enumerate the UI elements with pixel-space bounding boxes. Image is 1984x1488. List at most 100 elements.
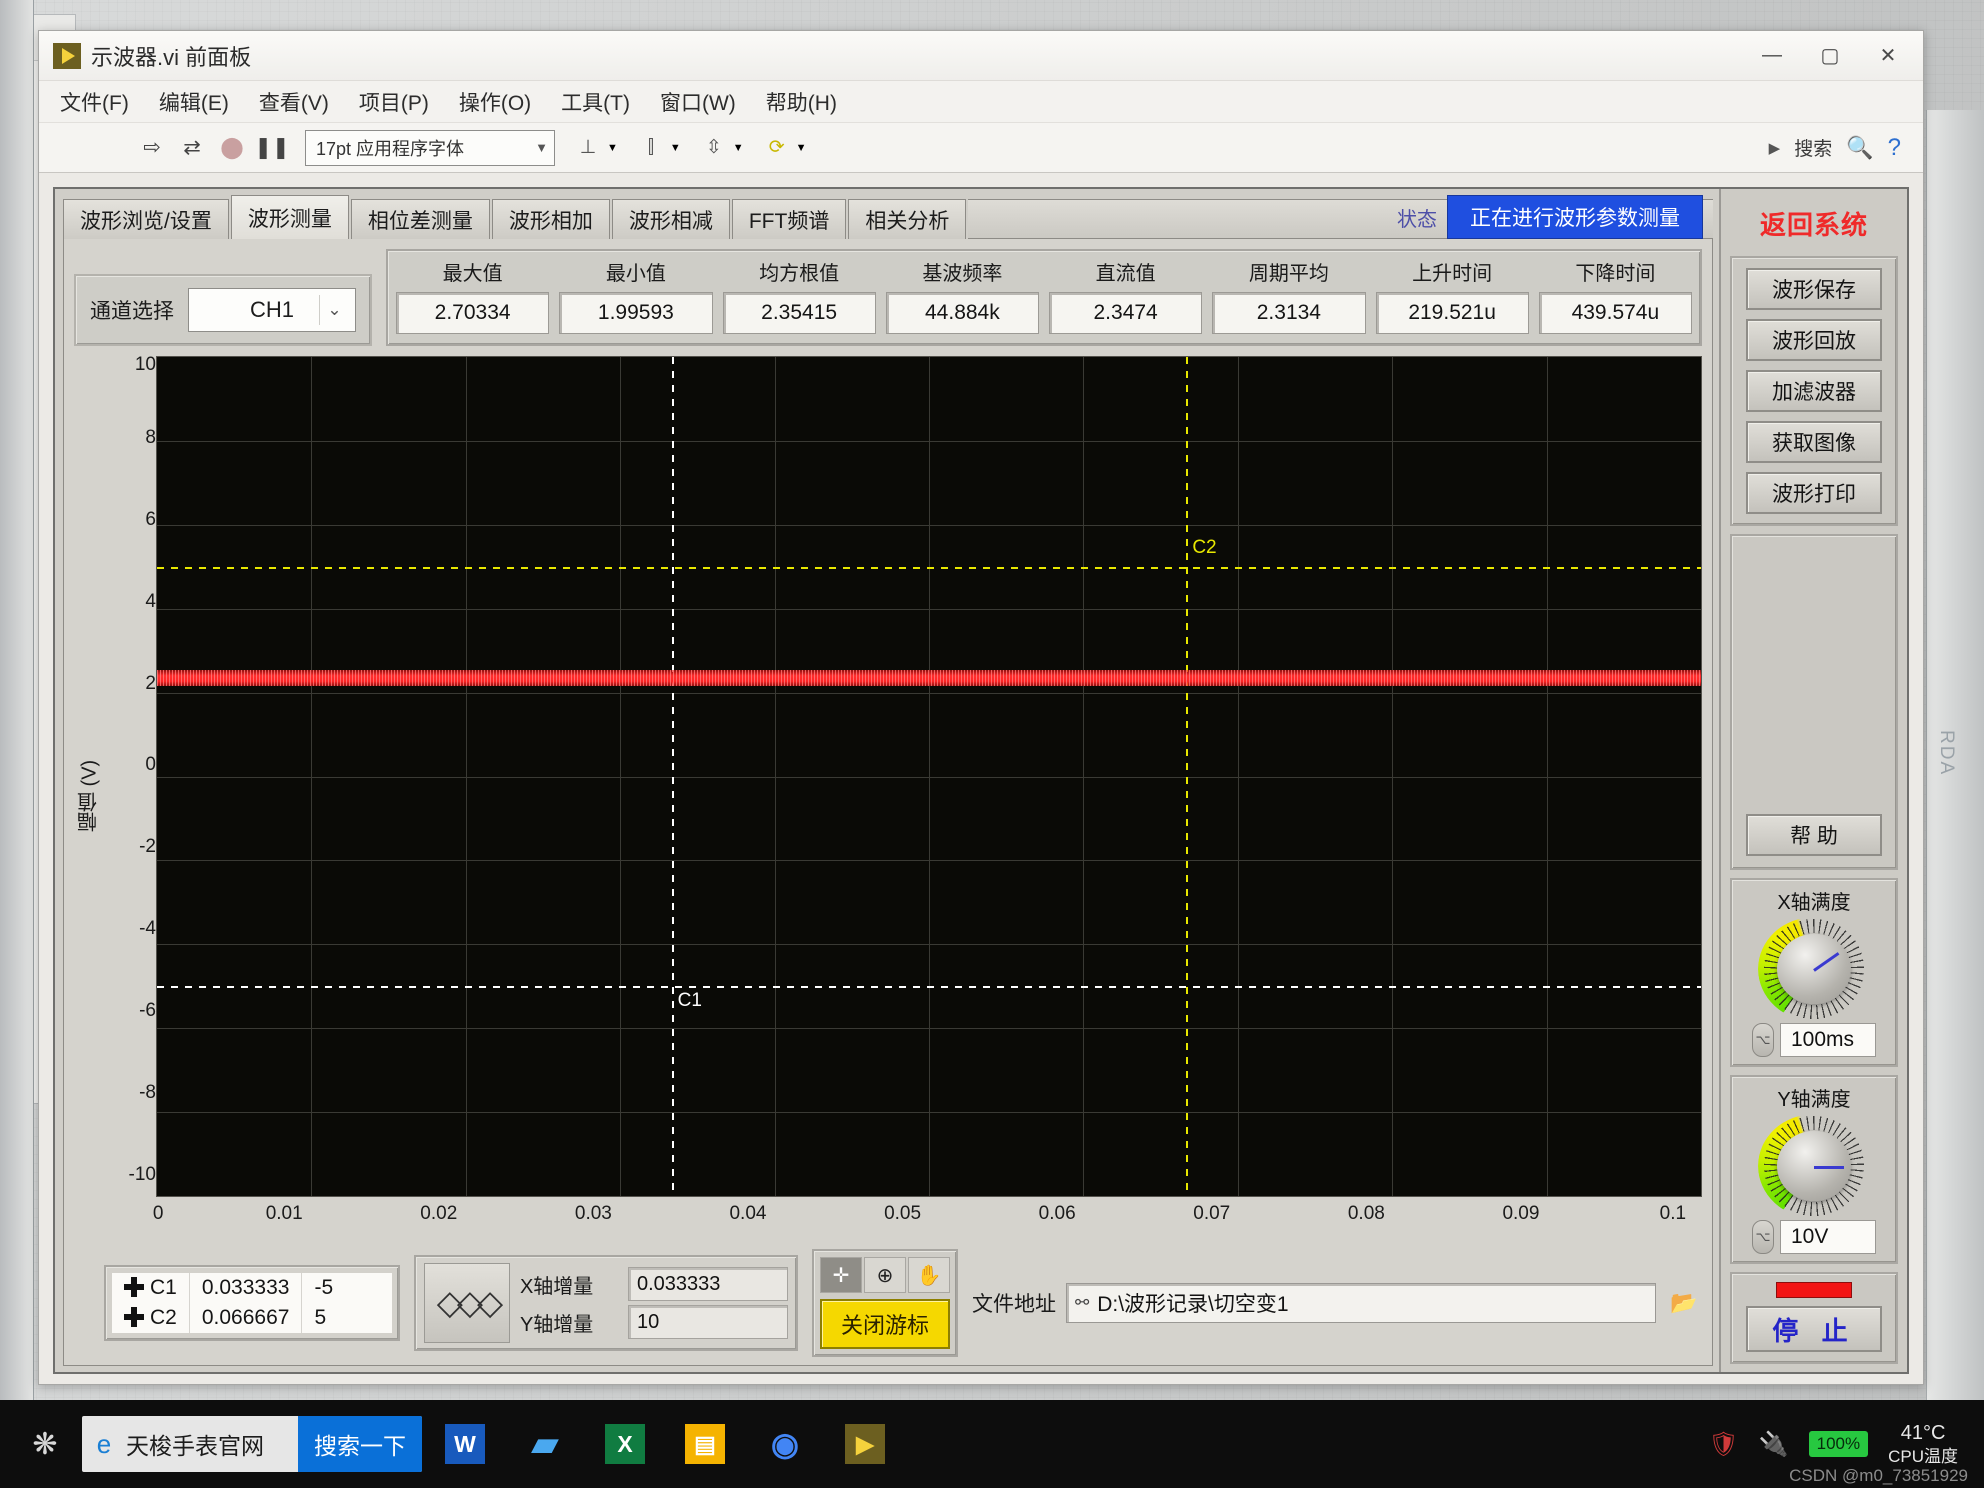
x-scale-knob[interactable] [1758,917,1870,1021]
browse-folder-icon[interactable]: 📂 [1666,1287,1702,1319]
reorder-icon: ⟳ [760,133,794,163]
right-strip-text: RDA [1935,730,1957,776]
menu-item-operate[interactable]: 操作(O) [446,84,544,120]
run-continuous-icon[interactable]: ⇄ [175,132,209,164]
graph-palette: ✛ ⊕ ✋ 关闭游标 [812,1249,958,1357]
tab-correlation[interactable]: 相关分析 [848,199,966,239]
cursor-c2-vertical[interactable] [1186,357,1188,1196]
close-button[interactable]: ✕ [1859,35,1917,77]
search-expand-icon[interactable]: ▶ [1769,139,1781,157]
measurement-value: 2.3474 [1049,292,1202,334]
pause-icon[interactable]: ❚❚ [255,132,289,164]
cpu-temperature-widget[interactable]: 41°C CPU温度 [1888,1421,1958,1467]
reorder-objects-group[interactable]: ⟳ ▼ [760,133,807,163]
search-icon[interactable]: 🔍 [1846,135,1873,161]
labview-icon: ▶ [845,1424,885,1464]
y-tick: 4 [145,591,156,613]
taskbar-search-box[interactable]: e 天梭手表官网 搜索一下 [82,1416,422,1472]
table-row[interactable]: C2 0.066667 5 [112,1303,392,1333]
x-scale-knob-group: X轴满度 ⌥ 100ms [1730,878,1898,1067]
close-cursor-button[interactable]: 关闭游标 [820,1299,950,1349]
x-increment-label: X轴增量 [520,1270,618,1299]
menu-item-project[interactable]: 项目(P) [346,84,442,120]
cursor-c1-vertical[interactable] [672,357,674,1196]
y-axis-label: 幅值 (V) [74,356,104,1235]
word-icon: W [445,1424,485,1464]
cursor-c1-horizontal[interactable] [157,986,1701,988]
file-path-input[interactable]: ⚯ D:\波形记录\切空变1 [1066,1283,1656,1323]
font-selector[interactable]: 17pt 应用程序字体 ▼ [305,130,555,166]
x-tick: 0.01 [266,1203,303,1235]
taskbar-app-teams[interactable]: ▰ [508,1413,582,1475]
labview-window: 示波器.vi 前面板 — ▢ ✕ 文件(F) 编辑(E) 查看(V) 项目(P)… [38,30,1924,1385]
power-icon[interactable]: 🔌 [1759,1430,1789,1459]
cursor-c2-horizontal[interactable] [157,567,1701,569]
menu-item-view[interactable]: 查看(V) [246,84,342,120]
return-system-button[interactable]: 返回系统 [1760,195,1868,248]
add-filter-button[interactable]: 加滤波器 [1746,370,1882,412]
plot-area[interactable]: C1 C2 [156,356,1702,1197]
taskbar-app-chrome[interactable]: ◉ [748,1413,822,1475]
taskbar-app-labview[interactable]: ▶ [828,1413,902,1475]
align-objects-group[interactable]: ⊥ ▼ [571,133,618,163]
table-row[interactable]: C1 0.033333 -5 [112,1273,392,1303]
waveform-trace-ch1 [157,670,1701,686]
tab-waveform-measure[interactable]: 波形测量 [231,195,349,239]
help-button[interactable]: 帮 助 [1746,814,1882,856]
minimize-button[interactable]: — [1743,35,1801,77]
cursor-row-name: C1 [112,1273,189,1303]
distribute-objects-group[interactable]: ⫿ ▼ [634,133,681,163]
replay-waveform-button[interactable]: 波形回放 [1746,319,1882,361]
y-tick: 8 [145,427,156,449]
abort-icon[interactable]: ⬤ [215,132,249,164]
status-banner: 正在进行波形参数测量 [1447,195,1703,239]
channel-select-dropdown[interactable]: CH1 ⌄ [188,288,356,332]
zoom-tool-icon[interactable]: ⊕ [864,1257,906,1293]
help-icon[interactable]: ? [1888,134,1901,162]
y-tick: 10 [135,354,156,376]
status-led [1776,1282,1852,1298]
menu-item-edit[interactable]: 编辑(E) [146,84,242,120]
start-button[interactable]: ❋ [14,1413,76,1475]
cursor-movement-pad[interactable]: ◇◇◇ [424,1263,510,1343]
distribute-icon: ⫿ [634,133,668,163]
tab-waveform-subtract[interactable]: 波形相减 [612,199,730,239]
menu-item-help[interactable]: 帮助(H) [753,84,850,120]
menu-item-tools[interactable]: 工具(T) [548,84,643,120]
y-increment-value[interactable]: 10 [628,1305,788,1339]
cursor-tool-icon[interactable]: ✛ [820,1257,862,1293]
maximize-button[interactable]: ▢ [1801,35,1859,77]
taskbar-search-button[interactable]: 搜索一下 [298,1416,422,1472]
tab-waveform-browse[interactable]: 波形浏览/设置 [63,199,229,239]
taskbar-app-word[interactable]: W [428,1413,502,1475]
y-knob-lock-icon[interactable]: ⌥ [1752,1220,1774,1254]
taskbar-app-file-explorer[interactable]: ▤ [668,1413,742,1475]
print-waveform-button[interactable]: 波形打印 [1746,472,1882,514]
measurement-label: 最小值 [606,257,666,286]
taskbar-app-excel[interactable]: X [588,1413,662,1475]
shield-icon[interactable]: 🛡 [1708,1430,1738,1459]
run-icon[interactable]: ⇨ [135,132,169,164]
grid-line-vertical [311,357,312,1196]
tab-waveform-add[interactable]: 波形相加 [492,199,610,239]
save-waveform-button[interactable]: 波形保存 [1746,268,1882,310]
y-scale-knob[interactable] [1758,1114,1870,1218]
tab-fft-spectrum[interactable]: FFT频谱 [732,199,846,239]
grid-line-vertical [1547,357,1548,1196]
measurement-label: 直流值 [1096,257,1156,286]
menu-item-window[interactable]: 窗口(W) [647,84,749,120]
x-knob-value[interactable]: 100ms [1780,1023,1876,1057]
menu-item-file[interactable]: 文件(F) [47,84,142,120]
grid-line-vertical [1083,357,1084,1196]
capture-image-button[interactable]: 获取图像 [1746,421,1882,463]
chrome-icon: ◉ [765,1424,805,1464]
vi-icon [53,43,81,69]
y-knob-value[interactable]: 10V [1780,1220,1876,1254]
x-knob-lock-icon[interactable]: ⌥ [1752,1023,1774,1057]
stop-button[interactable]: 停 止 [1746,1306,1882,1352]
resize-objects-group[interactable]: ⇳ ▼ [697,133,744,163]
pan-tool-icon[interactable]: ✋ [908,1257,950,1293]
search-label[interactable]: 搜索 [1794,134,1832,161]
tab-phase-difference[interactable]: 相位差测量 [351,199,490,239]
x-increment-value[interactable]: 0.033333 [628,1267,788,1301]
